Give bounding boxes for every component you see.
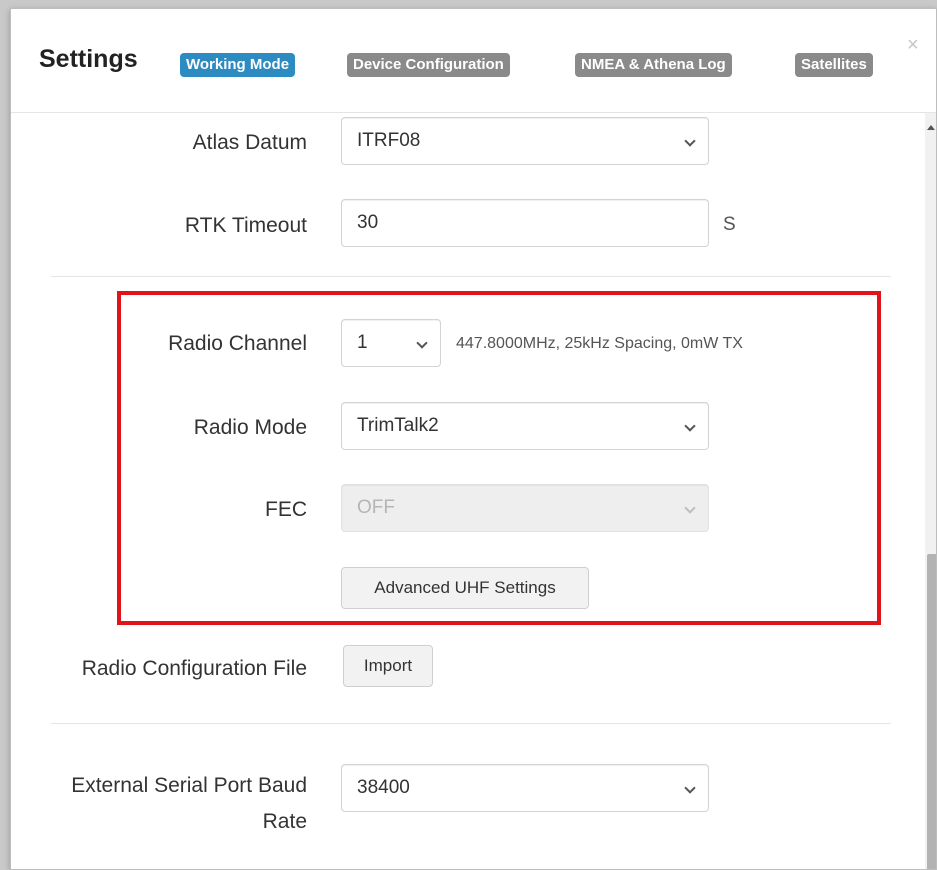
section-divider: [51, 276, 891, 277]
radio-channel-label: Radio Channel: [168, 332, 307, 355]
fec-label: FEC: [265, 498, 307, 521]
radio-mode-label: Radio Mode: [193, 416, 307, 439]
scrollbar-thumb[interactable]: [927, 554, 936, 869]
baud-rate-value: 38400: [357, 777, 410, 798]
baud-rate-select[interactable]: 38400: [341, 764, 709, 812]
close-icon[interactable]: ×: [907, 35, 919, 55]
section-divider: [51, 723, 891, 724]
rtk-timeout-unit: S: [723, 214, 736, 235]
radio-channel-select[interactable]: 1: [341, 319, 441, 367]
chevron-down-icon: [684, 502, 696, 514]
rtk-timeout-input[interactable]: 30: [341, 199, 709, 247]
atlas-datum-label: Atlas Datum: [192, 131, 307, 154]
radio-mode-value: TrimTalk2: [357, 415, 439, 436]
dialog-header: Settings Working Mode Device Configurati…: [11, 9, 936, 113]
baud-rate-label-line2: Rate: [262, 810, 307, 833]
rtk-timeout-label: RTK Timeout: [184, 214, 307, 237]
chevron-down-icon: [684, 420, 696, 432]
radio-channel-value: 1: [357, 332, 368, 353]
baud-rate-label-line1: External Serial Port Baud: [71, 774, 307, 797]
chevron-down-icon: [416, 337, 428, 349]
fec-select: OFF: [341, 484, 709, 532]
tab-satellites[interactable]: Satellites: [795, 53, 873, 77]
radio-config-file-label: Radio Configuration File: [81, 657, 307, 680]
tab-nmea-athena-log[interactable]: NMEA & Athena Log: [575, 53, 732, 77]
radio-channel-info: 447.8000MHz, 25kHz Spacing, 0mW TX: [456, 335, 743, 352]
chevron-down-icon: [684, 782, 696, 794]
tab-working-mode[interactable]: Working Mode: [180, 53, 296, 77]
fec-value: OFF: [357, 497, 395, 518]
settings-dialog: Settings Working Mode Device Configurati…: [10, 8, 937, 870]
atlas-datum-select[interactable]: ITRF08: [341, 117, 709, 165]
tab-device-configuration[interactable]: Device Configuration: [347, 53, 510, 77]
dialog-title: Settings: [39, 45, 138, 73]
chevron-down-icon: [684, 135, 696, 147]
import-button[interactable]: Import: [343, 645, 433, 687]
advanced-uhf-settings-button[interactable]: Advanced UHF Settings: [341, 567, 589, 609]
atlas-datum-value: ITRF08: [357, 130, 421, 151]
radio-mode-select[interactable]: TrimTalk2: [341, 402, 709, 450]
scroll-up-arrow-icon[interactable]: [927, 125, 935, 130]
